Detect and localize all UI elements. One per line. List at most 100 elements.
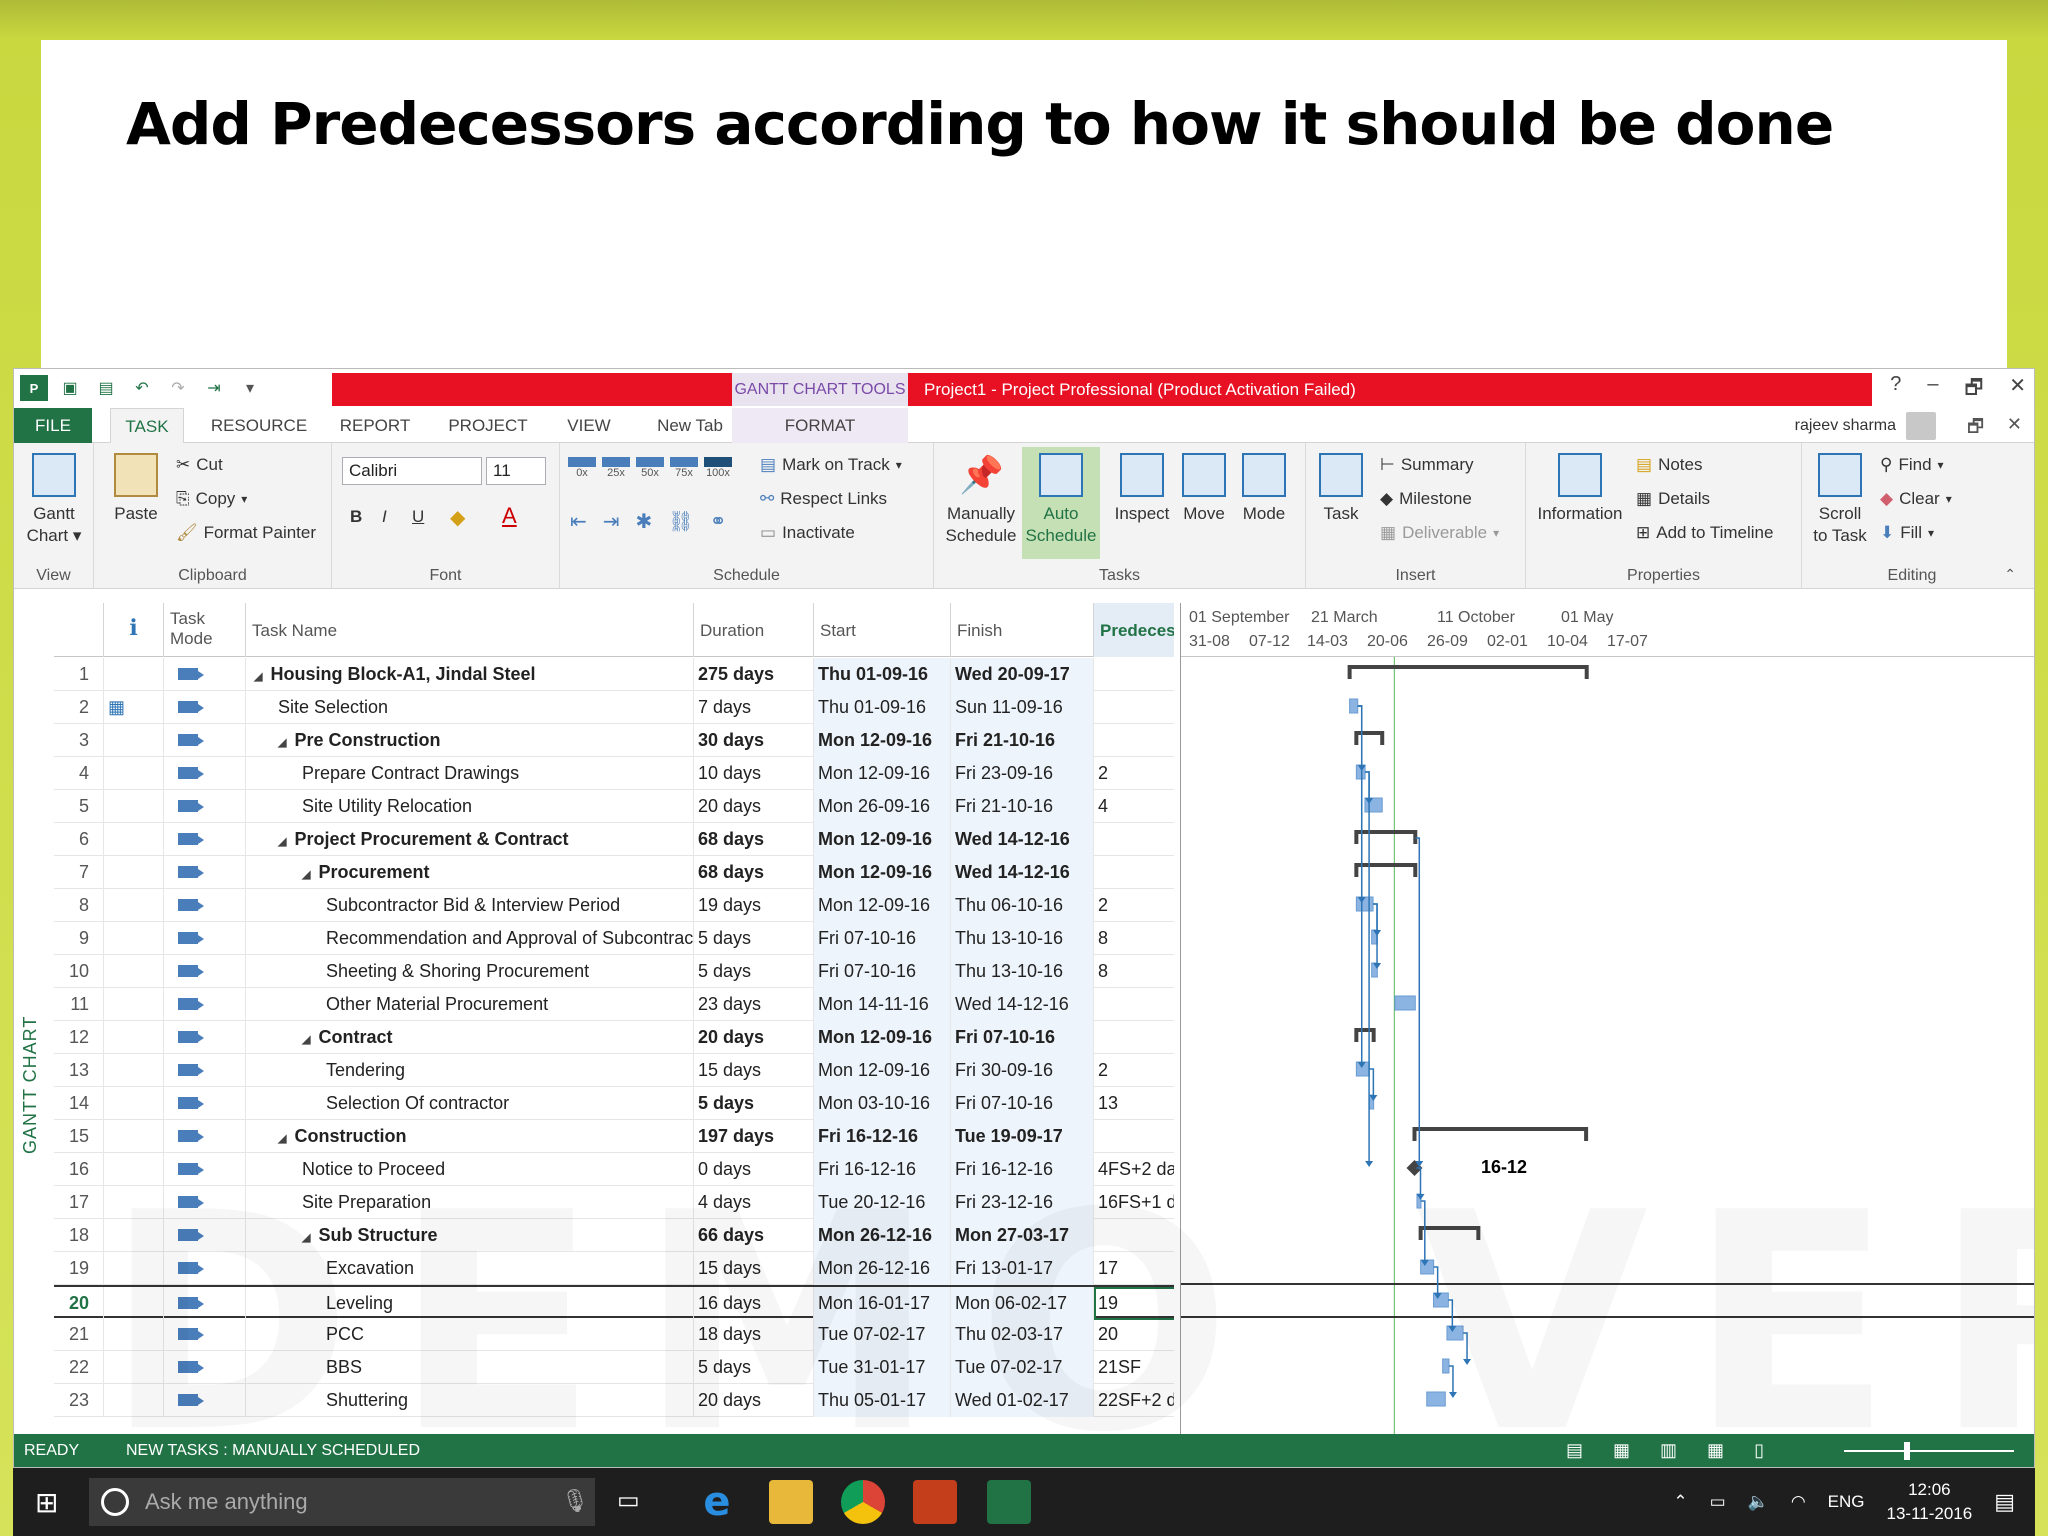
duration-cell[interactable]: 19 days — [694, 889, 814, 922]
resource-sheet-icon[interactable]: ▦ — [1707, 1440, 1724, 1461]
duration-cell[interactable]: 4 days — [694, 1186, 814, 1219]
start-cell[interactable]: Mon 26-12-16 — [814, 1252, 951, 1285]
task-mode-cell[interactable] — [164, 1287, 246, 1320]
duration-cell[interactable]: 66 days — [694, 1219, 814, 1252]
predecessors-cell[interactable] — [1094, 724, 1174, 757]
start-cell[interactable]: Fri 16-12-16 — [814, 1153, 951, 1186]
start-cell[interactable]: Mon 03-10-16 — [814, 1087, 951, 1120]
table-row[interactable]: 17 Site Preparation 4 days Tue 20-12-16 Fri … — [54, 1186, 1174, 1219]
table-row[interactable]: 19 Excavation 15 days Mon 26-12-16 Fri 13-01… — [54, 1252, 1174, 1285]
task-name-cell[interactable]: Recommendation and Approval of Subcontra… — [246, 922, 694, 955]
task-mode-cell[interactable] — [164, 856, 246, 889]
finish-cell[interactable]: Fri 21-10-16 — [951, 790, 1094, 823]
mode-button[interactable]: Mode — [1234, 453, 1294, 525]
row-id[interactable]: 14 — [54, 1087, 104, 1120]
task-mode-cell[interactable] — [164, 1252, 246, 1285]
table-row[interactable]: 14 Selection Of contractor 5 days Mon 03-10… — [54, 1087, 1174, 1120]
task-name-cell[interactable]: ◢ Procurement — [246, 856, 694, 889]
notifications-icon[interactable]: ▤ — [1994, 1489, 2015, 1515]
start-cell[interactable]: Mon 12-09-16 — [814, 856, 951, 889]
task-name-cell[interactable]: Other Material Procurement — [246, 988, 694, 1021]
predecessors-cell[interactable] — [1094, 691, 1174, 724]
row-id[interactable]: 8 — [54, 889, 104, 922]
row-id[interactable]: 19 — [54, 1252, 104, 1285]
row-id[interactable]: 13 — [54, 1054, 104, 1087]
row-id[interactable]: 3 — [54, 724, 104, 757]
cut-button[interactable]: ✂ Cut — [176, 455, 223, 475]
task-view-icon[interactable]: ▭ — [617, 1486, 640, 1515]
start-cell[interactable]: Mon 14-11-16 — [814, 988, 951, 1021]
start-cell[interactable]: Mon 16-01-17 — [814, 1287, 951, 1320]
task-name-cell[interactable]: ◢ Sub Structure — [246, 1219, 694, 1252]
row-id[interactable]: 12 — [54, 1021, 104, 1054]
finish-cell[interactable]: Fri 07-10-16 — [951, 1021, 1094, 1054]
finish-cell[interactable]: Fri 23-09-16 — [951, 757, 1094, 790]
table-row[interactable]: 20 Leveling 16 days Mon 16-01-17 Mon 06-02-1… — [54, 1285, 1174, 1320]
collapse-triangle-icon[interactable]: ◢ — [302, 1034, 310, 1046]
finish-cell[interactable]: Tue 07-02-17 — [951, 1351, 1094, 1384]
undo-icon[interactable]: ↶ — [128, 375, 156, 401]
insert-task-button[interactable]: Task — [1314, 453, 1368, 525]
finish-cell[interactable]: Tue 19-09-17 — [951, 1120, 1094, 1153]
find-button[interactable]: ⚲ Find ▾ — [1880, 455, 1944, 475]
finish-cell[interactable]: Thu 06-10-16 — [951, 889, 1094, 922]
task-name-cell[interactable]: Site Preparation — [246, 1186, 694, 1219]
team-planner-icon[interactable]: ▥ — [1660, 1440, 1677, 1461]
task-name-cell[interactable]: ◢ Project Procurement & Contract — [246, 823, 694, 856]
task-name-cell[interactable]: BBS — [246, 1351, 694, 1384]
percent-100-button[interactable]: 100x — [704, 457, 732, 479]
task-mode-cell[interactable] — [164, 1351, 246, 1384]
finish-cell[interactable]: Fri 16-12-16 — [951, 1153, 1094, 1186]
task-mode-cell[interactable] — [164, 988, 246, 1021]
save-icon[interactable]: ▣ — [56, 375, 84, 401]
avatar[interactable] — [1906, 412, 1936, 440]
predecessors-cell[interactable] — [1094, 1120, 1174, 1153]
add-to-timeline-button[interactable]: ⊞ Add to Timeline — [1636, 523, 1773, 543]
task-mode-cell[interactable] — [164, 1087, 246, 1120]
finish-cell[interactable]: Mon 06-02-17 — [951, 1287, 1094, 1320]
duration-cell[interactable]: 275 days — [694, 658, 814, 691]
report-icon[interactable]: ▯ — [1754, 1440, 1764, 1461]
collapse-triangle-icon[interactable]: ◢ — [278, 836, 286, 848]
predecessors-cell[interactable] — [1094, 823, 1174, 856]
collapse-ribbon-icon[interactable]: ⌃ — [2004, 566, 2016, 583]
tray-chevron-icon[interactable]: ⌃ — [1673, 1492, 1687, 1512]
task-usage-icon[interactable]: ▦ — [1613, 1440, 1630, 1461]
task-name-cell[interactable]: Notice to Proceed — [246, 1153, 694, 1186]
finish-cell[interactable]: Thu 13-10-16 — [951, 922, 1094, 955]
predecessors-cell[interactable]: 8 — [1094, 955, 1174, 988]
duration-cell[interactable]: 18 days — [694, 1318, 814, 1351]
task-name-cell[interactable]: Site Utility Relocation — [246, 790, 694, 823]
finish-cell[interactable]: Thu 02-03-17 — [951, 1318, 1094, 1351]
table-row[interactable]: 15 ◢ Construction 197 days Fri 16-12-16 Tue 1… — [54, 1120, 1174, 1153]
predecessors-cell[interactable]: 2 — [1094, 757, 1174, 790]
inactivate-button[interactable]: ▭ Inactivate — [760, 523, 855, 543]
close-button[interactable]: ✕ — [2009, 373, 2026, 407]
finish-cell[interactable]: Wed 14-12-16 — [951, 856, 1094, 889]
task-name-cell[interactable]: Leveling — [246, 1287, 694, 1320]
task-mode-cell[interactable] — [164, 889, 246, 922]
start-cell[interactable]: Mon 12-09-16 — [814, 724, 951, 757]
tab-new-tab[interactable]: New Tab — [640, 408, 740, 443]
milestone-button[interactable]: ◆ Milestone — [1380, 489, 1472, 509]
clock[interactable]: 12:06 13-11-2016 — [1887, 1478, 1973, 1526]
task-mode-cell[interactable] — [164, 922, 246, 955]
font-size-select[interactable]: 11 — [486, 457, 546, 485]
start-cell[interactable]: Mon 12-09-16 — [814, 757, 951, 790]
finish-cell[interactable]: Fri 07-10-16 — [951, 1087, 1094, 1120]
start-cell[interactable]: Mon 12-09-16 — [814, 889, 951, 922]
task-mode-cell[interactable] — [164, 1153, 246, 1186]
table-row[interactable]: 3 ◢ Pre Construction 30 days Mon 12-09-16 Fri… — [54, 724, 1174, 757]
header-task-mode[interactable]: Task Mode — [164, 603, 246, 657]
start-cell[interactable]: Tue 07-02-17 — [814, 1318, 951, 1351]
duration-cell[interactable]: 15 days — [694, 1252, 814, 1285]
start-cell[interactable]: Tue 20-12-16 — [814, 1186, 951, 1219]
start-cell[interactable]: Mon 12-09-16 — [814, 1021, 951, 1054]
predecessors-cell[interactable]: 16FS+1 day — [1094, 1186, 1174, 1219]
collapse-triangle-icon[interactable]: ◢ — [302, 869, 310, 881]
row-id[interactable]: 1 — [54, 658, 104, 691]
predecessors-cell[interactable]: 4 — [1094, 790, 1174, 823]
duration-cell[interactable]: 0 days — [694, 1153, 814, 1186]
table-row[interactable]: 12 ◢ Contract 20 days Mon 12-09-16 Fri 07-10-… — [54, 1021, 1174, 1054]
finish-cell[interactable]: Fri 13-01-17 — [951, 1252, 1094, 1285]
